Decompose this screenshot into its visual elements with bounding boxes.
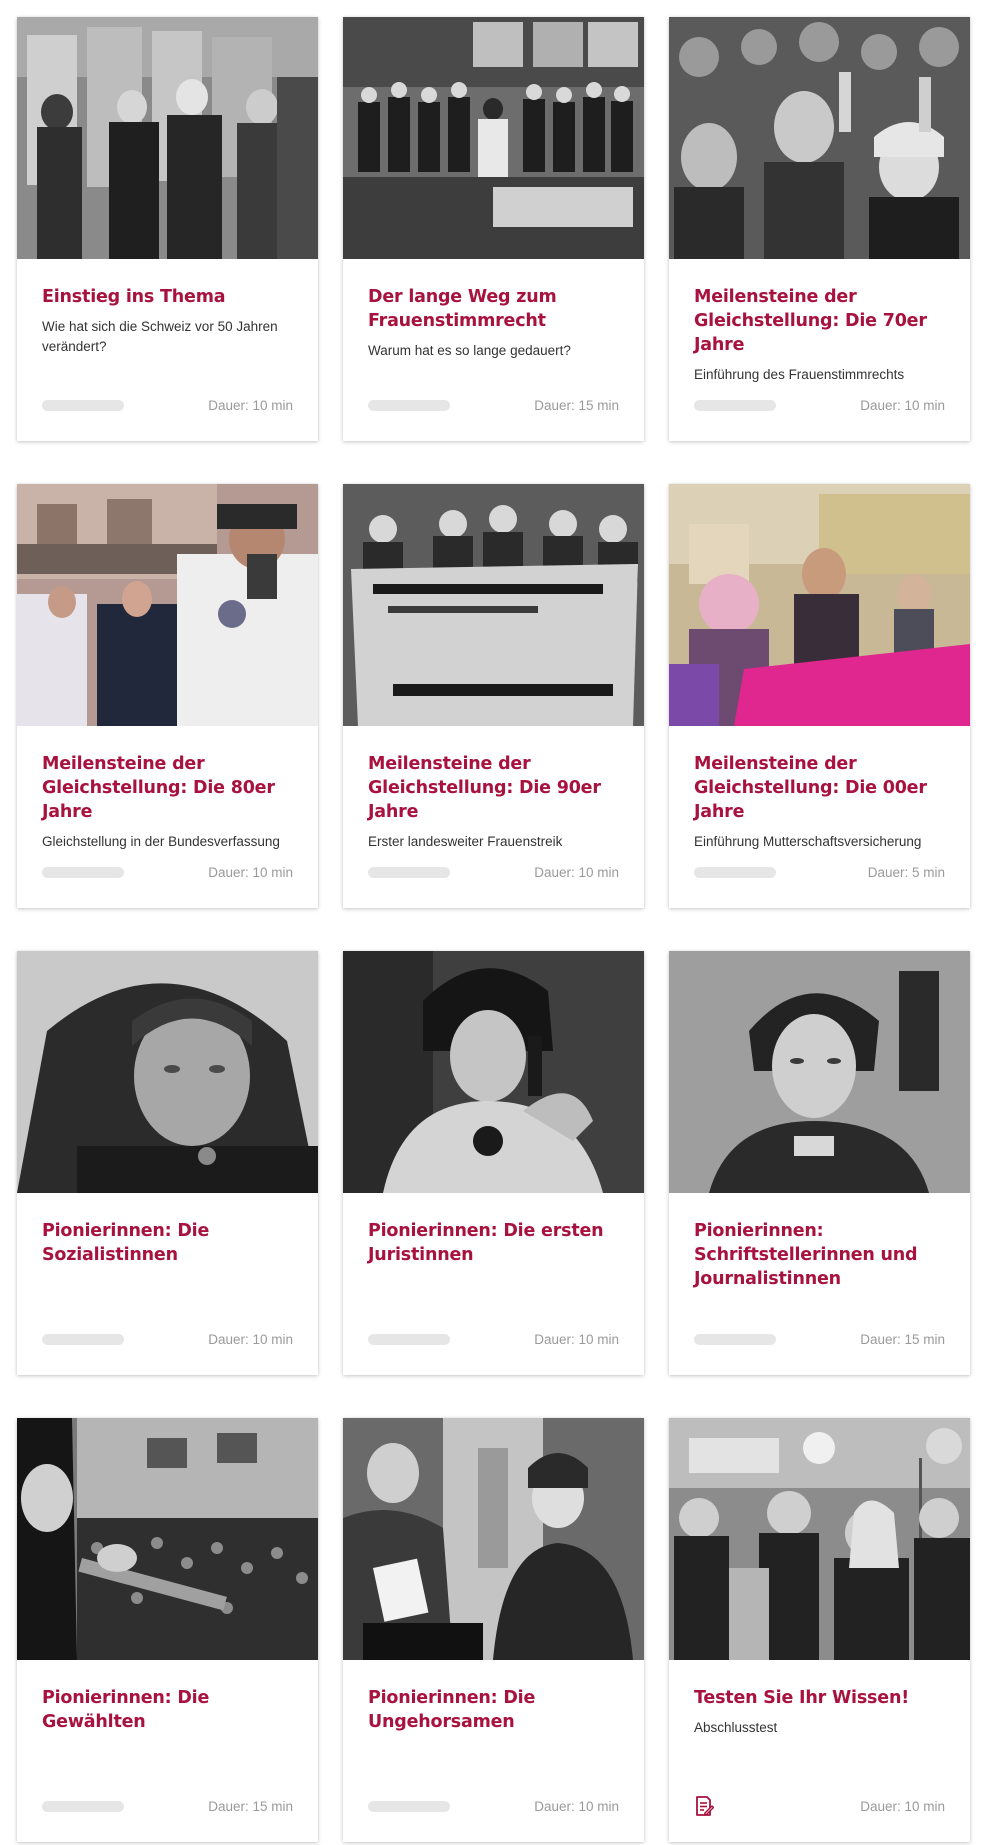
progress-bar [42, 866, 124, 878]
photo-colorful-demonstration [669, 484, 970, 726]
photo-demonstration-signs [669, 1418, 970, 1660]
card-subtitle: Warum hat es so lange gedauert? [368, 343, 571, 358]
duration-label: Dauer: 10 min [534, 1798, 619, 1814]
photo-parliament-chamber [343, 17, 644, 259]
module-card[interactable]: Meilensteine der Gleichstellung: Die 90e… [343, 484, 644, 908]
progress-bar [42, 1800, 124, 1812]
module-card[interactable]: Pionierinnen: Schriftstellerinnen und Jo… [669, 951, 970, 1375]
card-title[interactable]: Pionierinnen: Die Gewählten [42, 1686, 293, 1734]
photo-woman-on-telephone [343, 951, 644, 1193]
duration-label: Dauer: 10 min [208, 397, 293, 413]
photo-women-at-voting-booths [17, 17, 318, 259]
photo-landsgemeinde-ceremony [17, 484, 318, 726]
progress-bar [368, 399, 450, 411]
card-title[interactable]: Pionierinnen: Die ersten Juristinnen [368, 1219, 619, 1267]
progress-bar [42, 1333, 124, 1345]
progress-bar [42, 399, 124, 411]
card-subtitle: Einführung des Frauenstimmrechts [694, 367, 905, 382]
progress-bar [368, 1333, 450, 1345]
module-card[interactable]: Der lange Weg zum Frauenstimmrecht Warum… [343, 17, 644, 441]
duration-label: Dauer: 10 min [860, 397, 945, 413]
progress-bar [694, 866, 776, 878]
test-document-icon [696, 1796, 714, 1816]
photo-portrait-young-woman [669, 951, 970, 1193]
photo-portrait-older-woman [17, 951, 318, 1193]
duration-label: Dauer: 10 min [860, 1798, 945, 1814]
module-card[interactable]: Einstieg ins Thema Wie hat sich die Schw… [17, 17, 318, 441]
card-title[interactable]: Meilensteine der Gleichstellung: Die 80e… [42, 752, 293, 824]
card-title[interactable]: Testen Sie Ihr Wissen! [694, 1686, 945, 1710]
duration-label: Dauer: 10 min [534, 1331, 619, 1347]
photo-speech-to-crowd [17, 1418, 318, 1660]
progress-bar [368, 1800, 450, 1812]
photo-raised-hands-vote [669, 17, 970, 259]
duration-label: Dauer: 10 min [534, 864, 619, 880]
progress-bar [694, 1333, 776, 1345]
card-subtitle: Erster landesweiter Frauenstreik [368, 834, 563, 849]
module-card[interactable]: Meilensteine der Gleichstellung: Die 80e… [17, 484, 318, 908]
module-card[interactable]: Testen Sie Ihr Wissen! Abschlusstest Dau… [669, 1418, 970, 1842]
module-card[interactable]: Pionierinnen: Die Gewählten Dauer: 15 mi… [17, 1418, 318, 1842]
photo-woman-casting-ballot [343, 1418, 644, 1660]
card-title[interactable]: Meilensteine der Gleichstellung: Die 00e… [694, 752, 945, 824]
card-title[interactable]: Einstieg ins Thema [42, 285, 293, 309]
duration-label: Dauer: 15 min [208, 1798, 293, 1814]
card-title[interactable]: Pionierinnen: Die Ungehorsamen [368, 1686, 619, 1734]
card-subtitle: Einführung Mutterschaftsversicherung [694, 834, 922, 849]
duration-label: Dauer: 5 min [867, 864, 945, 880]
card-subtitle: Gleichstellung in der Bundesverfassung [42, 834, 280, 849]
card-subtitle: Abschlusstest [694, 1720, 778, 1735]
duration-label: Dauer: 15 min [534, 397, 619, 413]
module-card[interactable]: Pionierinnen: Die Ungehorsamen Dauer: 10… [343, 1418, 644, 1842]
card-title[interactable]: Meilensteine der Gleichstellung: Die 70e… [694, 285, 945, 357]
card-title[interactable]: Meilensteine der Gleichstellung: Die 90e… [368, 752, 619, 824]
photo-protest-banner [343, 484, 644, 726]
module-card[interactable]: Pionierinnen: Die Sozialistinnen Dauer: … [17, 951, 318, 1375]
card-title[interactable]: Pionierinnen: Die Sozialistinnen [42, 1219, 293, 1267]
card-subtitle: Wie hat sich die Schweiz vor 50 Jahren v… [42, 319, 278, 354]
progress-bar [368, 866, 450, 878]
duration-label: Dauer: 10 min [208, 864, 293, 880]
duration-label: Dauer: 10 min [208, 1331, 293, 1347]
progress-bar [694, 399, 776, 411]
card-title[interactable]: Der lange Weg zum Frauenstimmrecht [368, 285, 619, 333]
card-title[interactable]: Pionierinnen: Schriftstellerinnen und Jo… [694, 1219, 945, 1291]
module-card-grid: Einstieg ins Thema Wie hat sich die Schw… [17, 17, 970, 1842]
module-card[interactable]: Meilensteine der Gleichstellung: Die 00e… [669, 484, 970, 908]
module-card[interactable]: Meilensteine der Gleichstellung: Die 70e… [669, 17, 970, 441]
duration-label: Dauer: 15 min [860, 1331, 945, 1347]
module-card[interactable]: Pionierinnen: Die ersten Juristinnen Dau… [343, 951, 644, 1375]
